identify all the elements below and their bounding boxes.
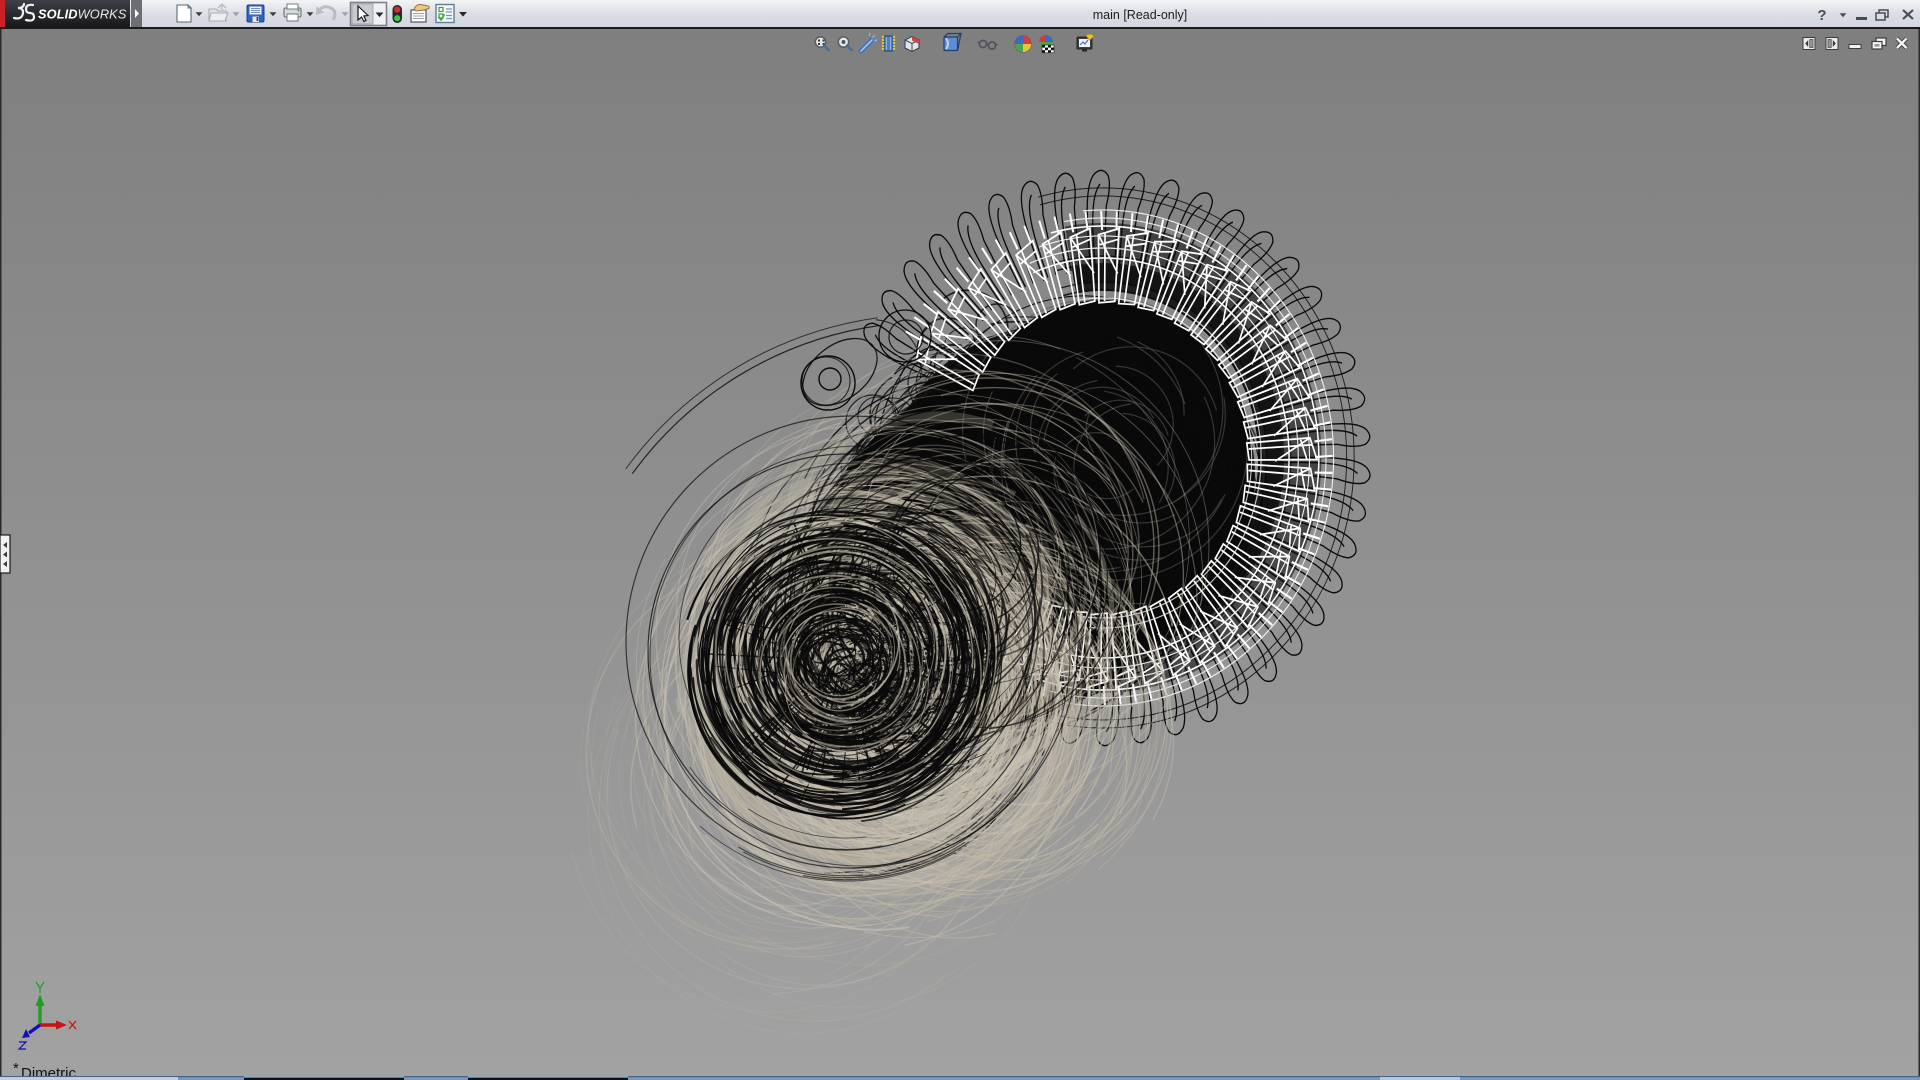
svg-text:main [Read-only]: main [Read-only] — [1093, 8, 1188, 22]
svg-text:?: ? — [1817, 7, 1826, 24]
svg-text:*: * — [13, 1060, 19, 1077]
svg-text:SOLIDWORKS: SOLIDWORKS — [38, 7, 127, 22]
